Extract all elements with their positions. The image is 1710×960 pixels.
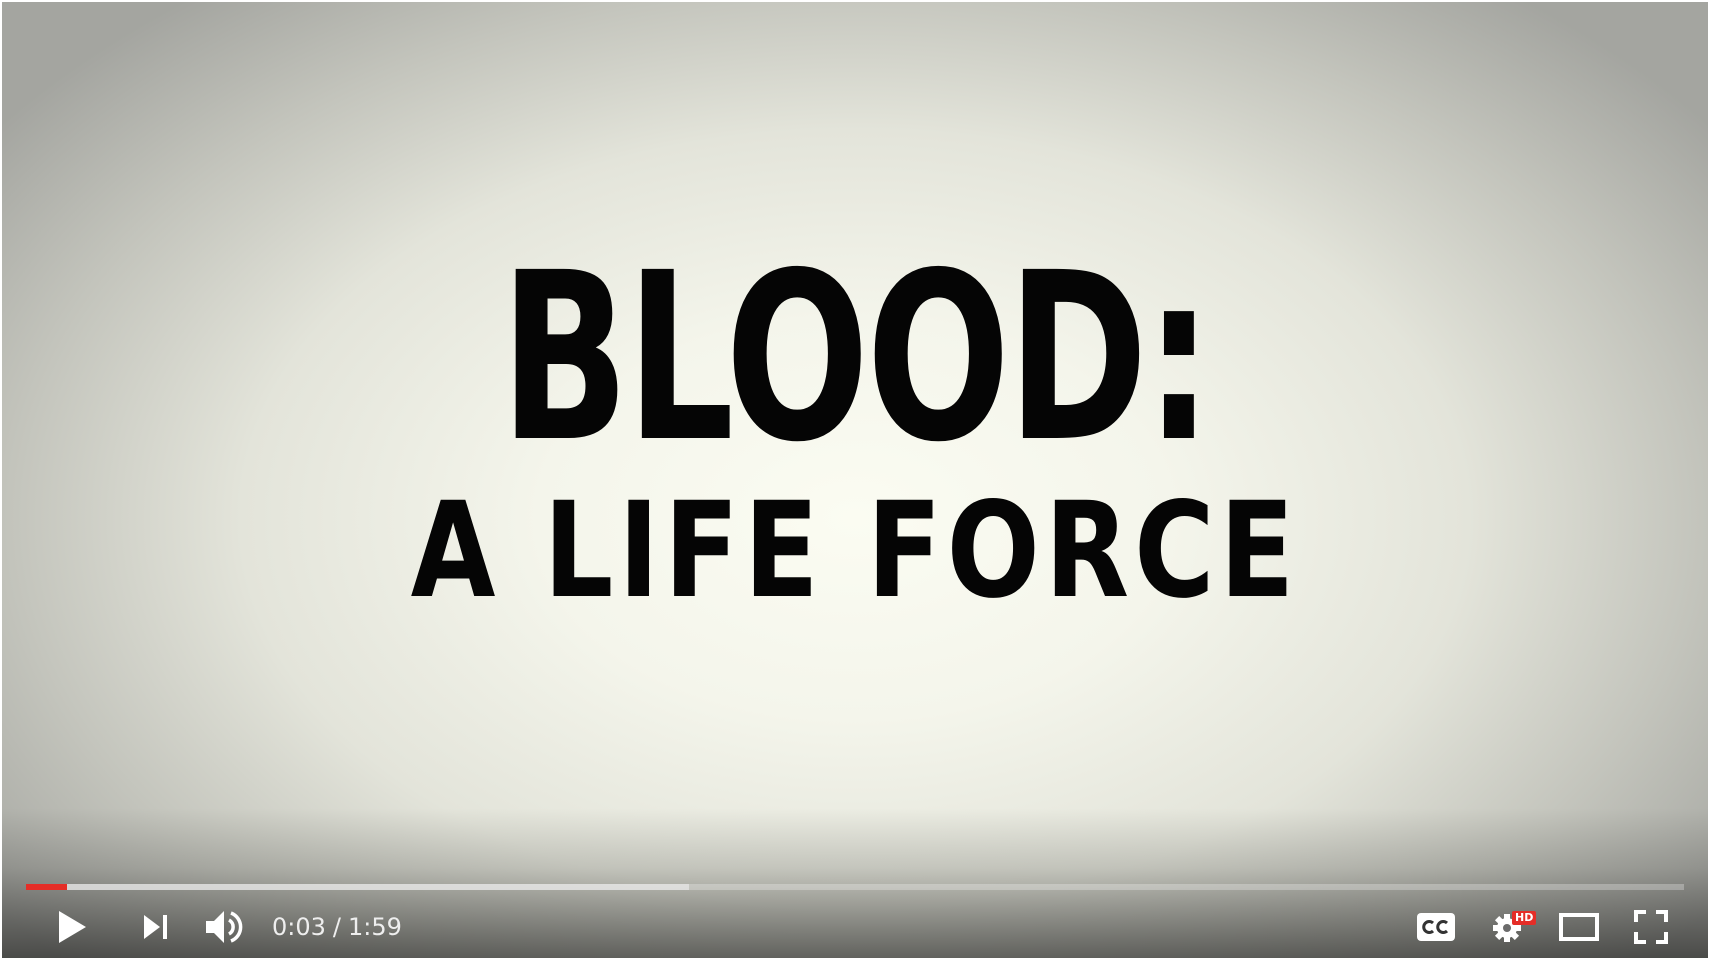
current-time: 0:03	[272, 913, 326, 941]
duration: 1:59	[348, 913, 402, 941]
captions-button[interactable]	[1413, 898, 1459, 956]
settings-button[interactable]: HD	[1486, 898, 1537, 956]
play-button[interactable]	[50, 898, 94, 956]
title-card-line-2: A LIFE FORCE	[410, 474, 1300, 628]
progress-bar[interactable]	[26, 884, 1684, 890]
theater-mode-button[interactable]	[1555, 898, 1603, 956]
next-icon	[144, 915, 167, 939]
volume-icon	[206, 911, 243, 943]
player-controls: 0:03 / 1:59 HD	[2, 898, 1708, 956]
fullscreen-icon	[1634, 910, 1668, 944]
theater-mode-icon	[1559, 913, 1599, 941]
video-player[interactable]: BLOOD: A LIFE FORCE 0:03 / 1:59 HD	[2, 2, 1708, 958]
time-display: 0:03 / 1:59	[272, 898, 402, 956]
time-separator: /	[332, 913, 341, 941]
captions-icon	[1417, 913, 1455, 941]
progress-buffered	[26, 884, 690, 890]
next-button[interactable]	[134, 898, 178, 956]
title-card-line-1: BLOOD:	[500, 223, 1213, 493]
video-title-card: BLOOD: A LIFE FORCE	[2, 242, 1708, 617]
progress-played	[26, 884, 68, 890]
volume-button[interactable]	[202, 898, 248, 956]
hd-quality-badge: HD	[1512, 911, 1537, 925]
play-icon	[59, 911, 86, 943]
fullscreen-button[interactable]	[1628, 898, 1674, 956]
